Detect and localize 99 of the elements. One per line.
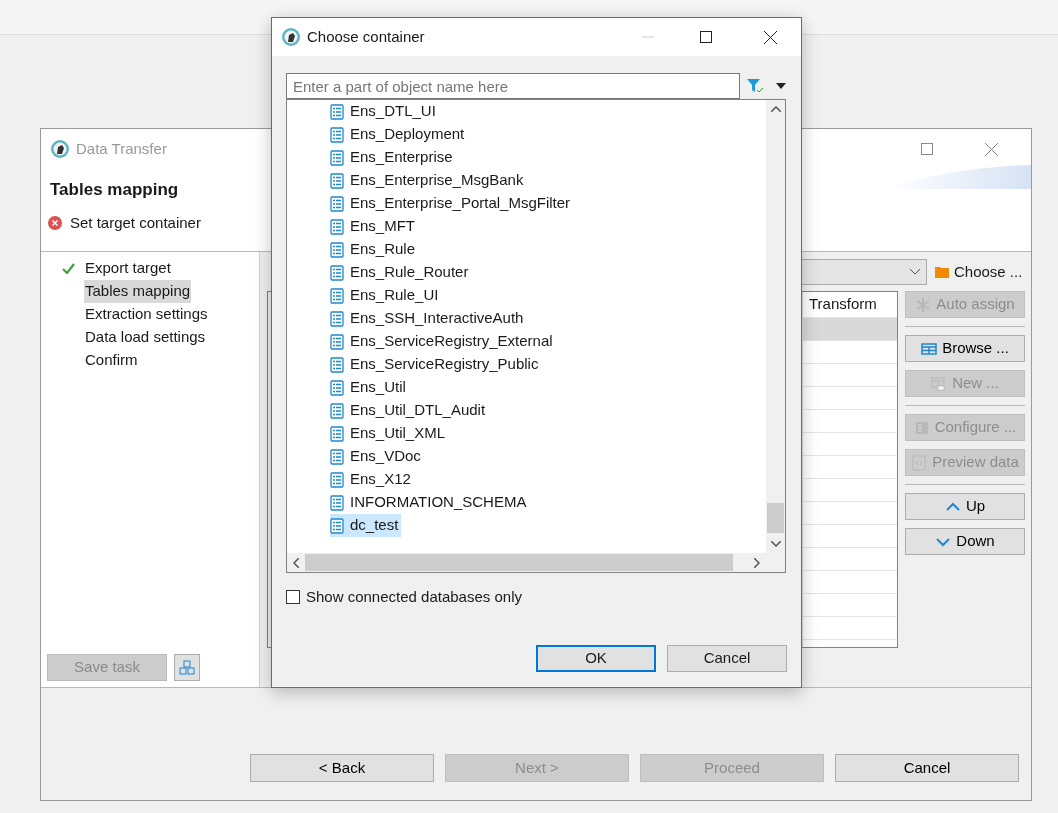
database-icon [330, 356, 344, 373]
item-label: Ens_SSH_InteractiveAuth [350, 308, 524, 329]
item-label: Ens_Rule_Router [350, 262, 469, 283]
dropdown-arrow-icon[interactable] [776, 83, 786, 89]
item-label: Ens_ServiceRegistry_Public [350, 354, 539, 375]
page-title: Tables mapping [50, 179, 179, 201]
checkbox[interactable] [286, 590, 300, 605]
database-icon [330, 195, 344, 212]
error-message: Set target container [70, 212, 201, 233]
database-icon [330, 471, 344, 488]
database-icon [330, 287, 344, 304]
chevron-up-icon[interactable] [770, 106, 781, 112]
database-icon [330, 517, 344, 534]
tree-item[interactable]: Ens_MFT [330, 215, 418, 238]
database-icon [330, 448, 344, 465]
chevron-down-icon[interactable] [770, 541, 781, 547]
choose-button[interactable]: Choose ... [935, 260, 1025, 284]
side-button[interactable]: Browse ... [905, 335, 1025, 362]
item-label: Ens_Enterprise_MsgBank [350, 170, 524, 191]
tree-item[interactable]: Ens_Enterprise_MsgBank [330, 169, 527, 192]
scrollbar-thumb[interactable] [305, 554, 733, 571]
footer-button[interactable]: < Back [250, 754, 434, 782]
database-icon [330, 310, 344, 327]
tree-item[interactable]: Ens_SSH_InteractiveAuth [330, 307, 527, 330]
database-icon [330, 333, 344, 350]
chevron-right-icon[interactable] [754, 557, 760, 568]
table-row[interactable] [803, 318, 897, 341]
tree-item[interactable]: Ens_ServiceRegistry_External [330, 330, 556, 353]
tree-item[interactable]: Ens_Deployment [330, 123, 468, 146]
database-icon [330, 379, 344, 396]
database-icon [330, 402, 344, 419]
item-label: Ens_Util [350, 377, 406, 398]
item-label: Ens_Util_DTL_Audit [350, 400, 486, 421]
item-label: Ens_Rule [350, 239, 416, 260]
tree-item[interactable]: INFORMATION_SCHEMA [330, 491, 530, 514]
database-icon [330, 264, 344, 281]
boxes-button[interactable] [174, 654, 200, 681]
item-label: dc_test [350, 515, 399, 536]
tree-item[interactable]: dc_test [330, 514, 402, 537]
database-icon [330, 126, 344, 143]
database-icon [330, 103, 344, 120]
item-label: Ens_X12 [350, 469, 411, 490]
vertical-scrollbar[interactable] [766, 100, 785, 553]
step-item[interactable]: Tables mapping [84, 280, 192, 303]
maximize-icon[interactable] [700, 31, 712, 43]
item-label: Ens_Rule_UI [350, 285, 439, 306]
tree-item[interactable]: Ens_Enterprise [330, 146, 456, 169]
table-icon [921, 340, 938, 357]
side-button[interactable]: Up [905, 493, 1025, 520]
tree-item[interactable]: Ens_Rule_Router [330, 261, 472, 284]
database-icon [330, 425, 344, 442]
database-icon [330, 149, 344, 166]
checkbox-label: Show connected databases only [306, 587, 522, 607]
close-icon[interactable] [764, 30, 777, 44]
tree-item[interactable]: Ens_X12 [330, 468, 414, 491]
tree-item[interactable]: Ens_Util_XML [330, 422, 449, 445]
step-item[interactable]: Export target [84, 257, 172, 280]
tree-item[interactable]: Ens_Rule [330, 238, 419, 261]
tree-item[interactable]: Ens_DTL_UI [330, 100, 439, 123]
window-title: Data Transfer [76, 138, 167, 159]
tree-item[interactable]: Ens_ServiceRegistry_Public [330, 353, 542, 376]
item-label: Ens_Util_XML [350, 423, 446, 444]
horizontal-scrollbar[interactable] [287, 553, 785, 572]
step-item[interactable]: Confirm [84, 349, 139, 372]
filter-icon[interactable] [746, 78, 764, 94]
error-icon [48, 215, 62, 230]
database-icon [330, 218, 344, 235]
app-logo-icon [281, 27, 301, 47]
footer-button[interactable]: Cancel [835, 754, 1019, 782]
search-field[interactable]: Enter a part of object name here [286, 73, 740, 99]
chevron-down-icon [910, 269, 920, 275]
side-button[interactable]: Down [905, 528, 1025, 555]
tree-item[interactable]: Ens_VDoc [330, 445, 424, 468]
dialog-button[interactable]: OK [536, 644, 656, 672]
folder-icon [935, 266, 949, 278]
item-label: Ens_Enterprise_Portal_MsgFilter [350, 193, 571, 214]
app-logo-icon [50, 139, 70, 159]
item-label: Ens_ServiceRegistry_External [350, 331, 553, 352]
database-icon [330, 172, 344, 189]
chevron-left-icon[interactable] [293, 557, 299, 568]
step-item[interactable]: Data load settings [84, 326, 207, 349]
item-label: Ens_MFT [350, 216, 415, 237]
item-label: INFORMATION_SCHEMA [350, 492, 527, 513]
tree-item[interactable]: Ens_Util [330, 376, 409, 399]
step-item[interactable]: Extraction settings [84, 303, 209, 326]
table-eye-icon [931, 375, 948, 392]
boxes-icon [179, 659, 195, 676]
item-label: Ens_Deployment [350, 124, 465, 145]
item-label: Ens_VDoc [350, 446, 421, 467]
dialog-title: Choose container [307, 26, 425, 47]
tree-item[interactable]: Ens_Enterprise_Portal_MsgFilter [330, 192, 574, 215]
database-icon [330, 494, 344, 511]
tree-item[interactable]: Ens_Util_DTL_Audit [330, 399, 489, 422]
item-label: Ens_Enterprise [350, 147, 453, 168]
dialog-button[interactable]: Cancel [667, 644, 787, 672]
database-icon [330, 241, 344, 258]
tree-item[interactable]: Ens_Rule_UI [330, 284, 442, 307]
scrollbar-thumb[interactable] [767, 503, 784, 533]
item-label: Ens_DTL_UI [350, 101, 436, 122]
